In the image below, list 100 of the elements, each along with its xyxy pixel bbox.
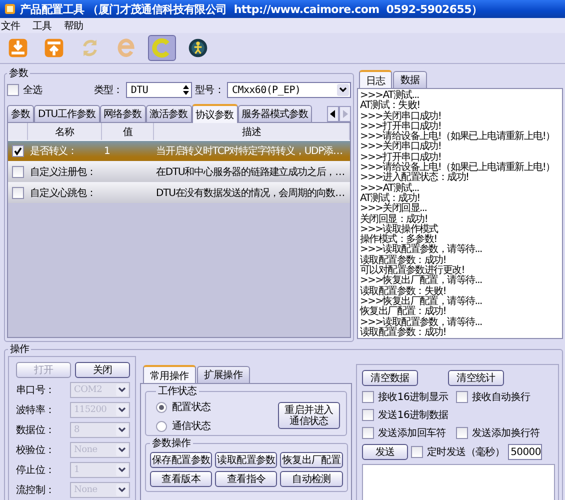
send-text-area[interactable] xyxy=(362,464,555,500)
window-title: 产品配置工具 （厦门才茂通信科技有限公司 http://www.caimore.com 0592-5902655） xyxy=(20,2,482,16)
log-line: >>>关闭回显... xyxy=(360,204,428,214)
radio-label: 配置状态 xyxy=(172,400,211,414)
radio-label: 通信状态 xyxy=(172,420,211,433)
chevron-down-icon xyxy=(116,424,128,436)
table-cell-text: 自定义注册包： xyxy=(30,166,96,179)
group-title: 参数 xyxy=(8,66,30,80)
checkbox[interactable] xyxy=(456,391,468,403)
action-button[interactable]: 自动检测 xyxy=(280,471,343,487)
running-figure-icon xyxy=(187,36,209,60)
row-checkbox[interactable] xyxy=(12,187,24,199)
tab[interactable]: 参数 xyxy=(7,105,34,122)
arrow-left-icon xyxy=(330,110,336,118)
checkbox-label: 发送添加回车符 xyxy=(378,426,446,440)
checkbox-label: 接收自动换行 xyxy=(472,390,530,404)
checkbox-label: 发送添加换行符 xyxy=(472,426,540,440)
close-button[interactable]: 关闭 xyxy=(75,362,130,378)
tab[interactable]: DTU工作参数 xyxy=(34,105,100,122)
checkbox[interactable] xyxy=(456,427,468,439)
type-spinner[interactable]: DTU xyxy=(126,82,192,98)
chevron-down-icon xyxy=(116,464,128,476)
model-label: 型号： xyxy=(194,84,224,97)
field-label: 校验位： xyxy=(16,444,55,457)
log-line: AT测试：成功! xyxy=(360,194,421,204)
log-line: >>>关闭串口成功! xyxy=(360,112,442,122)
tab[interactable]: 数据 xyxy=(393,71,427,88)
log-line: 读取配置参数：成功! xyxy=(360,256,446,266)
tab[interactable]: 扩展操作 xyxy=(196,366,250,383)
checkbox[interactable] xyxy=(411,446,423,458)
tab[interactable]: 服务器模式参数 xyxy=(238,105,312,122)
radio-button[interactable] xyxy=(156,420,167,432)
tab[interactable]: 日志 xyxy=(359,70,392,89)
radio-button[interactable] xyxy=(156,402,167,412)
menu-item[interactable]: 工具 xyxy=(32,18,52,32)
spinner-icon xyxy=(182,84,190,96)
log-line: AT测试：失败! xyxy=(360,101,420,112)
field-label: 流控制： xyxy=(16,484,55,497)
tab[interactable]: 协议参数 xyxy=(192,104,238,123)
log-line: >>>打开串口成功! xyxy=(360,122,442,132)
table-cell-text: 是否转义： xyxy=(30,144,78,158)
restart-button[interactable]: 重启并进入通信状态 xyxy=(278,402,340,429)
chevron-down-icon xyxy=(116,384,128,396)
download-icon xyxy=(7,36,29,60)
tab[interactable]: 网络参数 xyxy=(100,105,146,122)
checkbox-label: 发送16进制数据 xyxy=(378,408,448,422)
table-row[interactable]: 自定义心跳包： DTU在没有数据发送的情况，会周期的向数… xyxy=(8,182,350,203)
menu-item[interactable]: 帮助 xyxy=(64,18,84,32)
checkbox[interactable] xyxy=(362,391,374,403)
interval-field[interactable]: 50000 xyxy=(508,444,542,460)
action-button[interactable]: 读取配置参数 xyxy=(215,452,278,468)
send-button[interactable]: 发送 xyxy=(362,444,408,460)
scroll-left-button[interactable] xyxy=(327,106,339,122)
arrow-right-icon xyxy=(342,110,348,118)
log-line: >>>打开串口成功! xyxy=(360,152,442,163)
chevron-down-icon xyxy=(116,444,128,456)
chevron-down-icon xyxy=(337,84,349,96)
type-label: 类型： xyxy=(94,84,123,97)
table-cell-text: DTU在没有数据发送的情况，会周期的向数… xyxy=(156,186,345,200)
chevron-down-icon xyxy=(116,404,128,416)
log-line: >>>关闭串口成功! xyxy=(360,142,442,152)
action-button[interactable]: 查看版本 xyxy=(150,471,212,487)
checkbox[interactable] xyxy=(362,427,374,439)
log-line: >>>AT测试... xyxy=(360,91,419,101)
action-button[interactable]: 恢复出厂配置 xyxy=(280,452,343,468)
log-line: >>>恢复出厂配置，请等待... xyxy=(360,296,483,307)
checkbox[interactable] xyxy=(362,409,374,421)
checkbox-label: 定时发送（毫秒） xyxy=(427,446,505,459)
log-line: >>>读取配置参数，请等待... xyxy=(360,245,483,256)
table-row[interactable]: 自定义注册包： 在DTU和中心服务器的链路建立成功之后，… xyxy=(8,161,350,182)
group-title: 参数操作 xyxy=(151,436,192,450)
tab[interactable]: 常用操作 xyxy=(143,365,196,384)
checkbox-label: 接收16进制显示 xyxy=(378,390,448,404)
field-label: 串口号： xyxy=(16,384,55,397)
action-button[interactable]: 查看指令 xyxy=(215,471,278,487)
log-line: 读取配置参数：失败! xyxy=(360,286,447,297)
letter-c-button[interactable] xyxy=(148,35,176,61)
table-cell: 1 xyxy=(104,146,110,156)
log-line: >>>AT测试... xyxy=(360,184,419,194)
row-checkbox[interactable] xyxy=(12,145,24,157)
table-cell-text: 在DTU和中心服务器的链路建立成功之后，… xyxy=(156,166,345,179)
log-line: >>>读取操作模式 xyxy=(360,224,439,235)
field-label: 停止位： xyxy=(16,464,55,477)
field-label: 数据位： xyxy=(16,424,55,437)
action-button[interactable]: 保存配置参数 xyxy=(150,452,212,468)
clear-button[interactable]: 清空统计 xyxy=(448,370,504,386)
row-checkbox[interactable] xyxy=(12,166,24,178)
letter-e-icon xyxy=(115,36,137,60)
upload-icon xyxy=(43,36,65,60)
log-line: 恢复出厂配置：成功! xyxy=(360,307,447,318)
clear-button[interactable]: 清空数据 xyxy=(362,370,418,386)
select-all-checkbox[interactable] xyxy=(7,84,19,96)
menu-item[interactable]: 文件 xyxy=(1,18,20,32)
table-cell-text: 当开启转义时TCP对特定字符转义，UDP添… xyxy=(156,144,342,158)
tab[interactable]: 激活参数 xyxy=(146,105,192,122)
log-line: >>>读取配置参数，请等待... xyxy=(360,318,483,328)
log-line: >>>恢复出厂配置，请等待... xyxy=(360,276,483,286)
model-dropdown[interactable]: CMxx60(P_EP) xyxy=(227,82,351,98)
table-row[interactable]: 是否转义： 1 当开启转义时TCP对特定字符转义，UDP添… xyxy=(8,140,350,161)
log-line: 关闭回显：成功! xyxy=(360,214,428,225)
